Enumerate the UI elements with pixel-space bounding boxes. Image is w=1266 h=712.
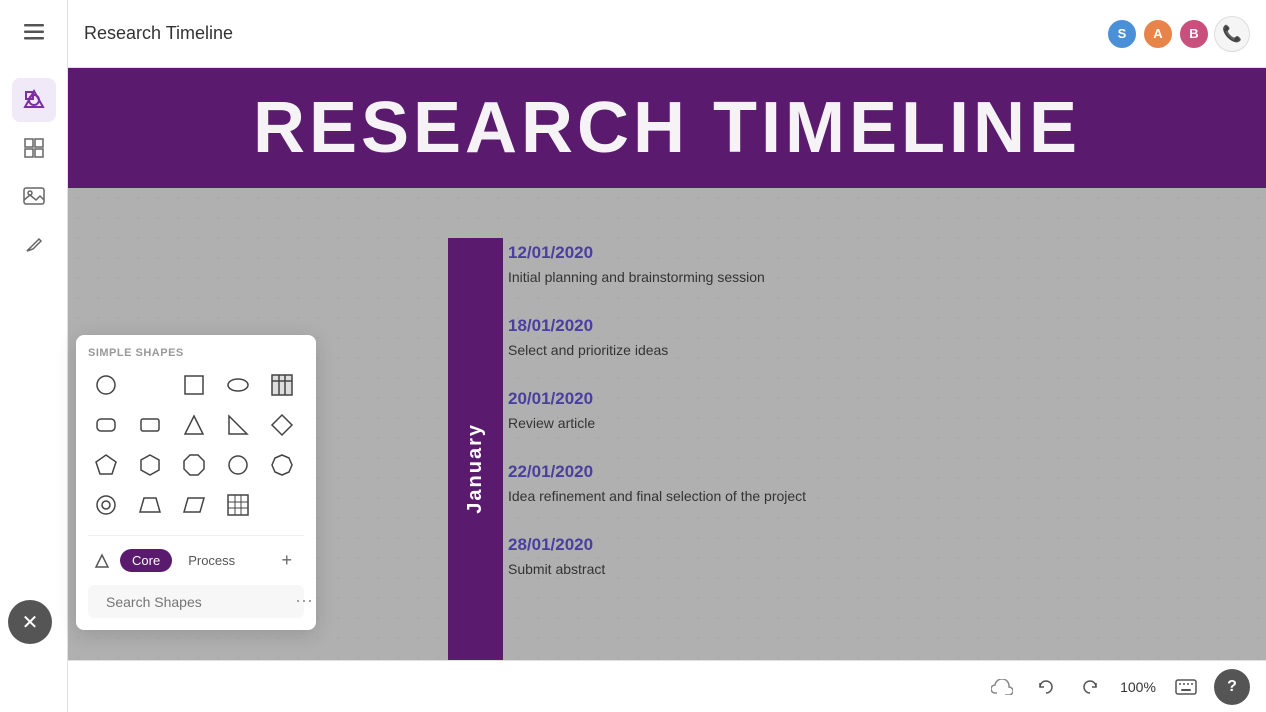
draw-tool-button[interactable] — [12, 222, 56, 266]
hexagon-shape[interactable] — [132, 447, 168, 483]
zoom-level: 100% — [1118, 679, 1158, 695]
cloud-save-button[interactable] — [986, 671, 1018, 703]
core-tab[interactable]: Core — [120, 549, 172, 572]
event-4-desc: Idea refinement and final selection of t… — [508, 486, 988, 507]
grid-tool-button[interactable] — [12, 126, 56, 170]
trapezoid-shape[interactable] — [132, 487, 168, 523]
close-icon: ✕ — [22, 610, 39, 635]
shapes-grid — [88, 367, 304, 523]
oval-shape[interactable] — [220, 367, 256, 403]
help-button[interactable]: ? — [1214, 669, 1250, 705]
event-4: 22/01/2020 Idea refinement and final sel… — [508, 462, 988, 507]
redo-button[interactable] — [1074, 671, 1106, 703]
event-2-desc: Select and prioritize ideas — [508, 340, 988, 361]
event-3: 20/01/2020 Review article — [508, 389, 988, 434]
avatar-2: A — [1142, 18, 1174, 50]
event-3-desc: Review article — [508, 413, 988, 434]
event-5-date: 28/01/2020 — [508, 535, 988, 555]
avatar-1: S — [1106, 18, 1138, 50]
event-2-date: 18/01/2020 — [508, 316, 988, 336]
crescent-shape[interactable] — [132, 367, 168, 403]
donut-shape[interactable] — [88, 487, 124, 523]
search-more-icon[interactable]: ⋯ — [295, 591, 313, 612]
january-column: January — [448, 238, 503, 698]
event-1-desc: Initial planning and brainstorming sessi… — [508, 267, 988, 288]
rounded-rect-shape[interactable] — [88, 407, 124, 443]
keyboard-button[interactable] — [1170, 671, 1202, 703]
shapes-section-label: SIMPLE SHAPES — [88, 347, 304, 359]
diamond-shape[interactable] — [264, 407, 300, 443]
circle2-shape[interactable] — [220, 447, 256, 483]
image-tool-button[interactable] — [12, 174, 56, 218]
pentagon-shape[interactable] — [88, 447, 124, 483]
grid-table-shape[interactable] — [220, 487, 256, 523]
doc-title: Research Timeline — [84, 23, 1094, 44]
search-shapes-input[interactable] — [106, 594, 287, 610]
timeline-title: RESEARCH TIMELINE — [253, 87, 1081, 169]
january-label: January — [464, 423, 487, 514]
shapes-tool-button[interactable] — [12, 78, 56, 122]
event-2: 18/01/2020 Select and prioritize ideas — [508, 316, 988, 361]
parallelogram-shape[interactable] — [176, 487, 212, 523]
shape-tabs: Core Process + — [88, 535, 304, 575]
fab-close-button[interactable]: ✕ — [8, 600, 52, 644]
table-shape[interactable] — [264, 367, 300, 403]
bottom-bar: 100% ? — [68, 660, 1266, 712]
event-5-desc: Submit abstract — [508, 559, 988, 580]
event-3-date: 20/01/2020 — [508, 389, 988, 409]
menu-button[interactable] — [12, 10, 56, 54]
event-1-date: 12/01/2020 — [508, 243, 988, 263]
shapes-panel: SIMPLE SHAPES — [76, 335, 316, 630]
event-5: 28/01/2020 Submit abstract — [508, 535, 988, 580]
help-icon: ? — [1227, 678, 1237, 696]
undo-button[interactable] — [1030, 671, 1062, 703]
rounded-rect2-shape[interactable] — [132, 407, 168, 443]
top-bar: Research Timeline S A B 📞 — [68, 0, 1266, 68]
right-triangle-shape[interactable] — [220, 407, 256, 443]
call-button[interactable]: 📞 — [1214, 16, 1250, 52]
octagon-shape[interactable] — [176, 447, 212, 483]
collaborators: S A B 📞 — [1106, 16, 1250, 52]
avatar-3: B — [1178, 18, 1210, 50]
decagon-shape[interactable] — [264, 447, 300, 483]
event-1: 12/01/2020 Initial planning and brainsto… — [508, 243, 988, 288]
event-4-date: 22/01/2020 — [508, 462, 988, 482]
timeline-banner: RESEARCH TIMELINE — [68, 68, 1266, 188]
search-shapes-container: ⋯ — [88, 585, 304, 618]
process-tab[interactable]: Process — [176, 549, 247, 572]
timeline-events: 12/01/2020 Initial planning and brainsto… — [508, 243, 988, 608]
shapes-tab-icon[interactable] — [88, 547, 116, 575]
add-tab-button[interactable]: + — [269, 546, 304, 575]
circle-shape[interactable] — [88, 367, 124, 403]
square-shape[interactable] — [176, 367, 212, 403]
triangle-shape[interactable] — [176, 407, 212, 443]
